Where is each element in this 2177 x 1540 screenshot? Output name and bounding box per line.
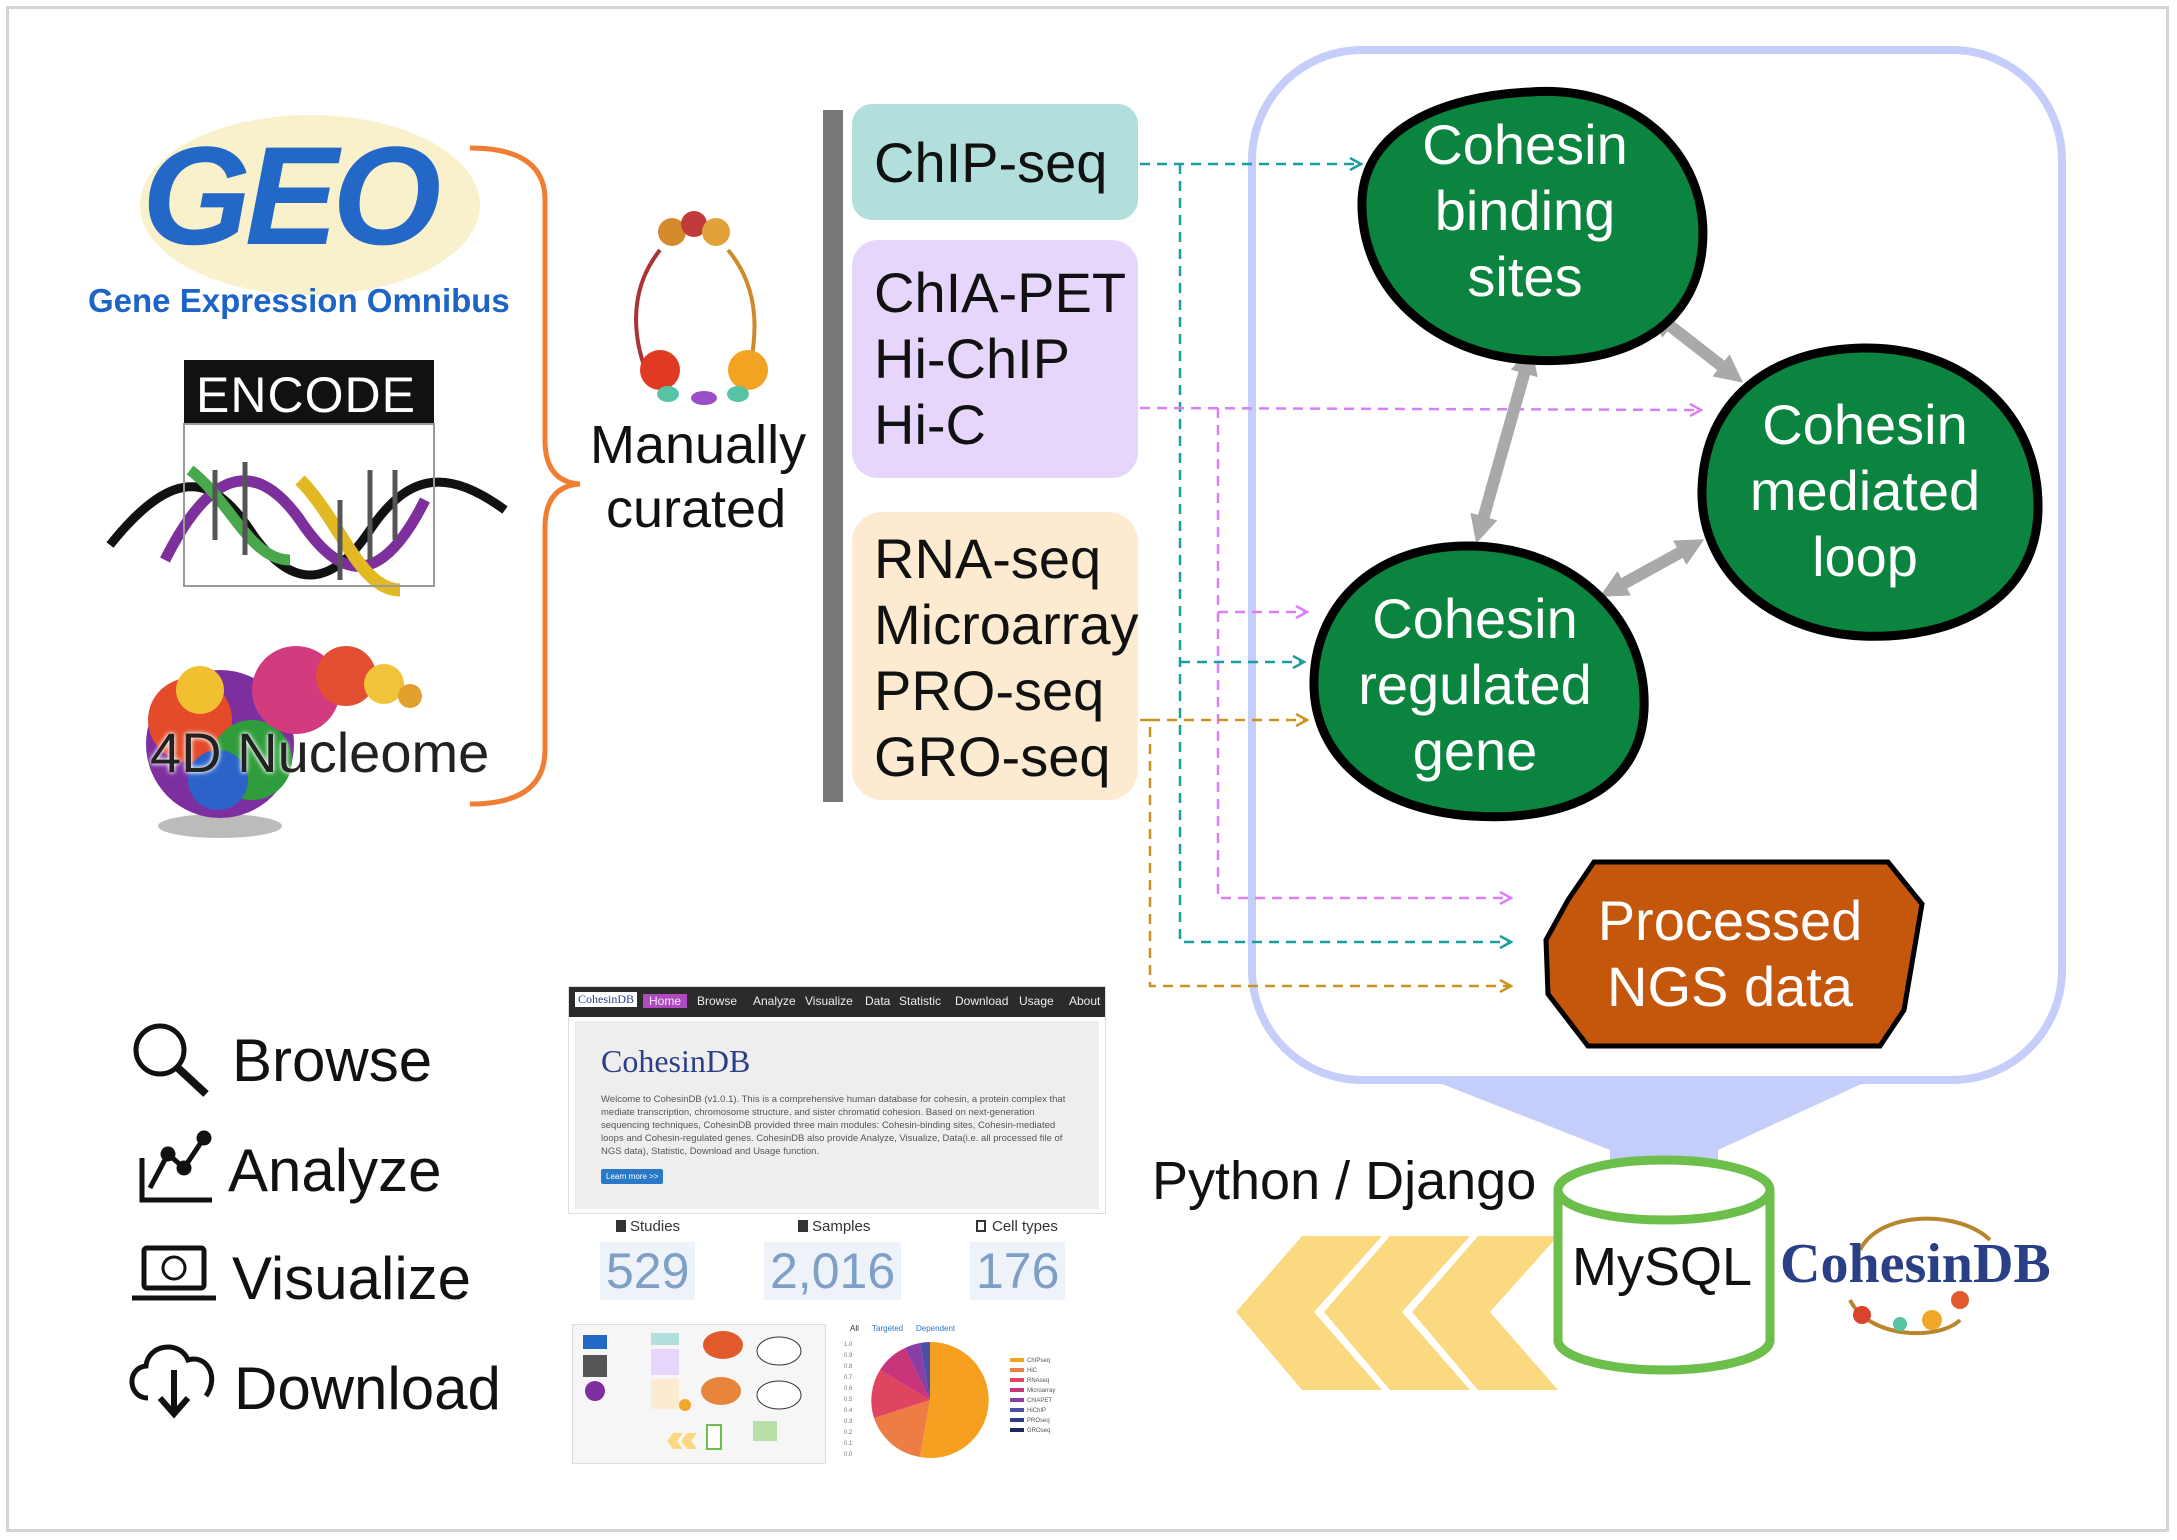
stat-celltypes-label: Cell types	[992, 1218, 1058, 1235]
curation-divider	[823, 110, 843, 802]
function-icons	[129, 1023, 216, 1419]
curation-label-line1: Manually	[590, 415, 807, 475]
stat-studies-icon	[616, 1220, 626, 1232]
mysql-label: MySQL	[1572, 1237, 1753, 1297]
hero-title: CohesinDB	[601, 1043, 751, 1079]
site-navbar: CohesinDB Home Browse Analyze Visualize …	[569, 987, 1105, 1017]
encode-logo: ENCODE	[196, 367, 416, 423]
nav-brand[interactable]: CohesinDB	[575, 992, 638, 1007]
binding-node-label: Cohesin binding sites	[1422, 113, 1628, 308]
stat-celltypes-value: 176	[970, 1242, 1066, 1300]
hero-panel: CohesinDB Welcome to CohesinDB (v1.0.1).…	[575, 1021, 1099, 1209]
proseq-label: PRO-seq	[874, 659, 1105, 722]
backend-label: Python / Django	[1152, 1151, 1537, 1211]
ngs-node-label: Processed NGS data	[1597, 889, 1863, 1018]
pie-chart-art	[871, 1341, 989, 1458]
cohesin-ring-icon	[634, 211, 768, 405]
nav-data[interactable]: Data	[865, 994, 890, 1008]
overview-thumbnail-art	[583, 1331, 802, 1450]
brand-logo: CohesinDB	[1780, 1233, 2051, 1295]
chip-label: ChIP-seq	[874, 131, 1108, 194]
nav-analyze[interactable]: Analyze	[753, 994, 796, 1008]
groseq-label: GRO-seq	[874, 725, 1111, 788]
nav-statistic[interactable]: Statistic	[899, 994, 941, 1008]
nav-browse[interactable]: Browse	[697, 994, 737, 1008]
website-screenshot: CohesinDB Home Browse Analyze Visualize …	[568, 986, 1106, 1214]
stat-celltypes-icon	[976, 1220, 986, 1232]
hic-label: Hi-C	[874, 393, 986, 456]
pie-chart-thumbnail: All Targeted Dependent 1.0 0.9 0.8 0.7 0.6 0…	[838, 1324, 1098, 1462]
stat-studies-label: Studies	[630, 1218, 681, 1235]
pie-legend: ChIPseq HiC RNAseq Microarray ChIAPET Hi…	[1010, 1356, 1055, 1436]
nucleome-logo: 4D Nucleome	[150, 721, 490, 784]
stat-samples-label: Samples	[812, 1218, 871, 1235]
geo-tagline: Gene Expression Omnibus	[88, 282, 510, 319]
nav-home[interactable]: Home	[643, 994, 688, 1008]
function-visualize: Visualize	[232, 1245, 472, 1312]
rnaseq-label: RNA-seq	[874, 527, 1102, 590]
stat-samples-icon	[798, 1220, 808, 1232]
chia-pet-label: ChIA-PET	[874, 261, 1127, 324]
nav-usage[interactable]: Usage	[1019, 994, 1054, 1008]
stat-studies-value: 529	[600, 1242, 696, 1300]
function-browse: Browse	[232, 1027, 433, 1094]
nav-download[interactable]: Download	[955, 994, 1008, 1008]
function-download: Download	[234, 1355, 501, 1422]
hichip-label: Hi-ChIP	[874, 327, 1071, 390]
stat-samples-value: 2,016	[764, 1242, 902, 1300]
learn-more-button[interactable]: Learn more >>	[601, 1169, 664, 1184]
loop-node-label: Cohesin mediated loop	[1749, 393, 1981, 588]
gene-node-label: Cohesin regulated gene	[1358, 587, 1592, 782]
hero-text: Welcome to CohesinDB (v1.0.1). This is a…	[601, 1094, 1066, 1157]
microarray-label: Microarray	[874, 593, 1139, 656]
curation-label-line2: curated	[606, 479, 787, 539]
function-analyze: Analyze	[228, 1137, 442, 1204]
nav-about[interactable]: About	[1069, 994, 1100, 1008]
nav-visualize[interactable]: Visualize	[805, 994, 853, 1008]
geo-logo: GEO	[142, 117, 441, 274]
overview-thumbnail	[572, 1324, 826, 1464]
source-bracket	[469, 145, 581, 807]
backend-chevrons	[1236, 1236, 1558, 1390]
